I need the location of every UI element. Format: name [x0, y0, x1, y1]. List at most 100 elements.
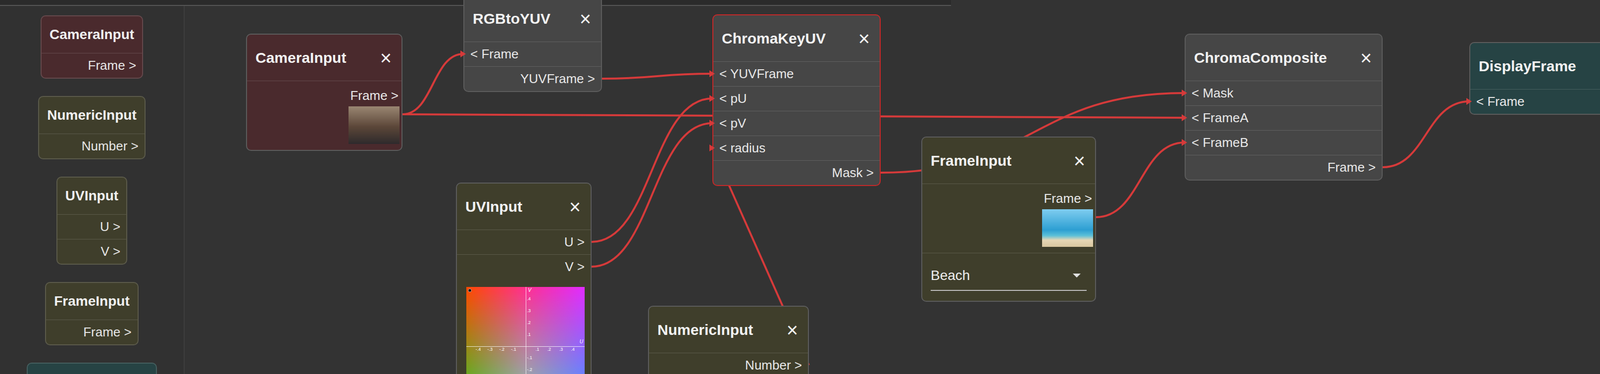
palette-output: V >	[57, 239, 127, 264]
output-label: Frame >	[350, 86, 400, 106]
wire-arrow-icon	[709, 95, 715, 102]
wire-arrow-icon	[1181, 89, 1188, 97]
u-axis	[466, 346, 585, 348]
u-tick: .3	[558, 347, 563, 352]
close-button[interactable]: ×	[378, 48, 394, 68]
u-tick: .4	[570, 347, 575, 352]
v-tick: -.1	[527, 355, 533, 361]
output-port[interactable]: U >	[456, 229, 591, 255]
output-port[interactable]: Number >	[649, 352, 808, 374]
close-button[interactable]: ×	[577, 8, 594, 29]
graph-node[interactable]: DisplayFrame < Frame	[1469, 42, 1600, 115]
input-port[interactable]: < FrameB	[1185, 130, 1382, 155]
node-title-bar[interactable]: ChromaKeyUV ×	[713, 15, 880, 62]
graph-node[interactable]: FrameInput × Frame > Beach	[921, 136, 1097, 302]
output-label: Frame >	[1043, 189, 1094, 209]
palette-output: Number >	[39, 133, 145, 159]
palette-item[interactable]: FrameInputFrame >	[45, 282, 139, 346]
palette-item[interactable]	[26, 362, 157, 374]
close-button[interactable]: ×	[567, 197, 583, 217]
node-title-bar[interactable]: CameraInput ×	[247, 34, 402, 81]
v-tick: .2	[527, 320, 532, 325]
frame-select-value: Beach	[930, 265, 970, 287]
u-axis-label: U	[579, 339, 584, 345]
close-button[interactable]: ×	[856, 28, 872, 49]
graph-node[interactable]: NumericInput × Number >	[648, 305, 809, 374]
u-tick: -.1	[510, 347, 517, 352]
palette-item[interactable]: NumericInputNumber >	[38, 96, 146, 160]
palette-item-title: FrameInput	[46, 283, 138, 320]
node-title: RGBtoYUV	[472, 7, 551, 30]
palette-item-title: NumericInput	[39, 97, 145, 134]
palette-item-title: CameraInput	[41, 16, 143, 53]
input-port[interactable]: < radius	[713, 135, 880, 161]
palette-output: U >	[57, 214, 127, 240]
node-title: ChromaKeyUV	[721, 27, 826, 50]
close-button[interactable]: ×	[784, 320, 800, 341]
input-port[interactable]: < pU	[713, 86, 880, 111]
u-tick: .1	[535, 347, 540, 352]
v-tick: .4	[527, 296, 532, 301]
frame-preview	[1042, 209, 1094, 248]
uv-plane[interactable]: -.4-.3-.2-.1.1.2.3.4.4.3.2.1-.1-.2UV	[466, 287, 585, 374]
frame-select[interactable]: Beach	[930, 265, 1087, 292]
node-title-bar[interactable]: UVInput ×	[456, 183, 591, 230]
wire-arrow-icon	[709, 144, 715, 152]
input-port[interactable]: < FrameA	[1185, 105, 1382, 131]
node-title-bar[interactable]: NumericInput ×	[649, 306, 808, 353]
input-port[interactable]: < Mask	[1185, 80, 1382, 106]
node-title-bar[interactable]: ChromaComposite ×	[1185, 34, 1382, 81]
node-title: ChromaComposite	[1194, 46, 1327, 69]
frame-select-area: Beach	[922, 252, 1096, 301]
u-tick: -.4	[475, 347, 482, 352]
node-title-bar[interactable]: FrameInput ×	[922, 137, 1096, 184]
wire[interactable]	[591, 123, 713, 267]
output-port[interactable]: YUVFrame >	[464, 66, 601, 92]
u-tick: -.3	[487, 347, 494, 352]
node-title: FrameInput	[930, 149, 1012, 172]
output-port[interactable]: Frame >	[1185, 154, 1382, 180]
palette-item[interactable]: UVInputU >V >	[56, 176, 128, 265]
input-port[interactable]: < YUVFrame	[713, 61, 880, 87]
input-port[interactable]: < pV	[713, 110, 880, 136]
graph-node[interactable]: ChromaComposite × < Mask< FrameA< FrameBFr…	[1184, 33, 1383, 181]
close-button[interactable]: ×	[1071, 150, 1088, 171]
graph-node[interactable]: ChromaKeyUV × < YUVFrame< pU< pV< radiusMa…	[712, 14, 881, 187]
uv-marker[interactable]	[468, 289, 472, 293]
close-button[interactable]: ×	[1358, 48, 1374, 68]
palette-item[interactable]: CameraInputFrame >	[40, 15, 144, 79]
node-title-bar[interactable]: DisplayFrame	[1470, 43, 1600, 90]
graph-node[interactable]: CameraInput × Frame >	[246, 33, 403, 151]
output-port[interactable]: Frame >	[247, 80, 402, 150]
wire[interactable]	[402, 53, 464, 115]
wire[interactable]	[601, 73, 713, 79]
v-tick: .1	[527, 332, 532, 337]
node-title: UVInput	[465, 195, 523, 218]
app: CameraInputFrame >NumericInputNumber >UV…	[0, 0, 1600, 374]
graph-node[interactable]: UVInput×U >V >-.4-.3-.2-.1.1.2.3.4.4.3.2…	[455, 182, 592, 374]
v-axis-label: V	[528, 288, 532, 294]
input-port[interactable]: < Frame	[464, 41, 601, 67]
wire[interactable]	[1096, 142, 1185, 218]
u-tick: -.2	[499, 347, 505, 352]
palette-item-title: UVInput	[57, 177, 127, 215]
palette-output: Frame >	[41, 52, 143, 78]
output-port[interactable]: Mask >	[713, 160, 880, 186]
node-title: CameraInput	[255, 46, 347, 69]
wire[interactable]	[591, 98, 713, 243]
node-title: DisplayFrame	[1478, 54, 1577, 78]
palette-output: Frame >	[46, 319, 138, 345]
node-title: NumericInput	[657, 318, 753, 342]
node-title-bar[interactable]: RGBtoYUV ×	[464, 0, 601, 42]
v-tick: -.2	[527, 367, 533, 373]
input-port[interactable]: < Frame	[1470, 89, 1600, 114]
v-tick: .3	[527, 308, 532, 313]
wire-arrow-icon	[460, 50, 466, 58]
wire[interactable]	[1382, 101, 1470, 168]
dropdown-arrow-icon	[1071, 272, 1082, 279]
output-port[interactable]: V >	[456, 254, 591, 280]
graph-node[interactable]: RGBtoYUV × < FrameYUVFrame >	[463, 0, 602, 93]
v-axis	[525, 287, 527, 374]
output-port[interactable]: Frame >	[922, 183, 1096, 253]
wire-arrow-icon	[1466, 98, 1472, 105]
